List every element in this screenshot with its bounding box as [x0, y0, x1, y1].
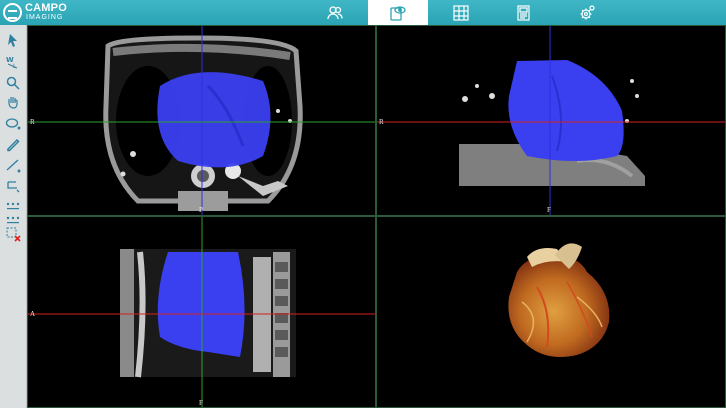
settings-icon — [580, 4, 595, 19]
viewport-sagittal[interactable]: A F — [27, 216, 376, 408]
zoom-icon — [6, 76, 20, 90]
tool-clear-annotations[interactable] — [4, 225, 22, 243]
coronal-left-orientation: R — [379, 118, 384, 126]
angle-icon — [7, 181, 20, 193]
sagittal-ct-image — [28, 217, 375, 407]
tab-users[interactable] — [305, 0, 365, 25]
users-icon — [327, 5, 343, 19]
select-arrow-icon — [8, 34, 17, 47]
ellipse-roi-icon — [5, 118, 21, 130]
viewport-coronal[interactable]: R F — [376, 25, 726, 216]
tool-line-measure[interactable] — [4, 156, 22, 174]
window-level-icon: WL — [6, 56, 18, 70]
viewport-3d-volume[interactable] — [376, 216, 726, 408]
tab-settings[interactable] — [557, 0, 617, 25]
axial-ct-image — [28, 26, 375, 215]
tool-select[interactable] — [4, 31, 22, 49]
viewer-app: CAMPO IMAGING W R P R F A F — [0, 0, 726, 408]
tool-pan[interactable] — [4, 93, 22, 111]
coronal-ct-image — [377, 26, 725, 215]
tab-view[interactable] — [368, 0, 428, 25]
coronal-bottom-orientation: F — [547, 206, 551, 214]
grid-report-icon — [453, 4, 469, 21]
line-measure-icon — [6, 159, 21, 173]
tool-zoom[interactable] — [4, 74, 22, 92]
tab-document[interactable] — [494, 0, 554, 25]
logo-text-primary: CAMPO — [25, 2, 67, 14]
heart-3d-rendering — [508, 243, 610, 358]
campo-imaging-logo: CAMPO IMAGING — [3, 2, 67, 24]
tool-angle[interactable] — [4, 177, 22, 195]
pencil-icon — [7, 138, 20, 152]
sagittal-left-orientation: A — [30, 310, 36, 318]
tab-grid-report[interactable] — [431, 0, 491, 25]
tool-ellipse-roi[interactable] — [4, 115, 22, 133]
sagittal-bottom-orientation: F — [199, 399, 203, 407]
logo-mark-icon — [3, 3, 22, 22]
viewport-axial[interactable]: R P — [27, 25, 376, 216]
axial-bottom-orientation: P — [199, 206, 203, 214]
view-icon — [390, 5, 406, 21]
header-bar: CAMPO IMAGING — [0, 0, 726, 25]
pan-hand-icon — [8, 97, 18, 109]
axial-left-orientation: R — [30, 118, 35, 126]
tools-sidebar: WL — [0, 25, 27, 408]
tool-window-level[interactable]: WL — [4, 53, 22, 71]
logo-text-secondary: IMAGING — [26, 14, 64, 21]
clear-annotations-icon — [6, 227, 21, 242]
document-icon — [517, 4, 530, 21]
tool-pencil[interactable] — [4, 135, 22, 153]
